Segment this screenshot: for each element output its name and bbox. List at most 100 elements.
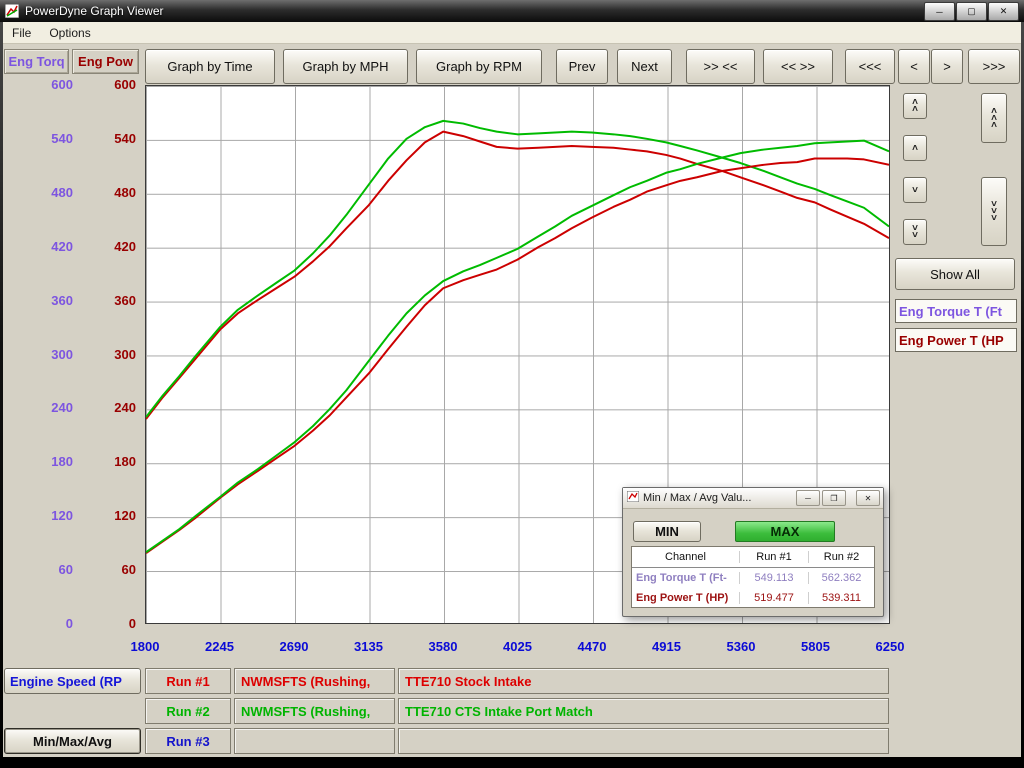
prev-button[interactable]: Prev bbox=[556, 49, 608, 84]
minmax-table: Channel Run #1 Run #2 Eng Torque T (Ft- … bbox=[631, 546, 875, 608]
torque-channel-cell: Eng Torque T (Ft- bbox=[632, 572, 740, 584]
zoom-out-button[interactable]: << >> bbox=[763, 49, 833, 84]
rpm-axis-tick: 4025 bbox=[488, 639, 548, 654]
torque-axis-tick: 420 bbox=[33, 239, 73, 255]
x-channel-button[interactable]: Engine Speed (RP bbox=[4, 668, 141, 694]
minmax-avg-button[interactable]: Min/Max/Avg bbox=[4, 728, 141, 754]
torque-axis-tick: 120 bbox=[33, 508, 73, 524]
graph-by-rpm-button[interactable]: Graph by RPM bbox=[416, 49, 542, 84]
power-axis: 600540480420360300240180120600 bbox=[96, 85, 136, 624]
chevron-down-multi-icon: ˅˅˅ bbox=[991, 201, 997, 222]
power-axis-tick: 600 bbox=[96, 77, 136, 93]
chevron-up-double-icon: ˄˄ bbox=[912, 99, 918, 113]
chevron-up-icon: ˄ bbox=[912, 143, 918, 154]
scroll-fast-right-button[interactable]: >>> bbox=[968, 49, 1020, 84]
tab-eng-torque[interactable]: Eng Torq bbox=[4, 49, 69, 74]
window-title: PowerDyne Graph Viewer bbox=[25, 4, 164, 18]
minmax-restore-button[interactable]: ❐ bbox=[822, 490, 846, 506]
torque-axis: 600540480420360300240180120600 bbox=[33, 85, 73, 624]
app-window: PowerDyne Graph Viewer ─ ▢ ✕ File Option… bbox=[0, 0, 1024, 768]
run2-label: Run #2 bbox=[145, 698, 231, 724]
graph-by-mph-button[interactable]: Graph by MPH bbox=[283, 49, 408, 84]
axis-scroll-up-fast-button[interactable]: ˄˄ bbox=[903, 93, 927, 119]
rpm-axis-tick: 1800 bbox=[115, 639, 175, 654]
title-bar[interactable]: PowerDyne Graph Viewer ─ ▢ ✕ bbox=[0, 0, 1024, 22]
minimize-button[interactable]: ─ bbox=[924, 2, 955, 21]
menu-bar: File Options bbox=[3, 22, 1021, 44]
curve-torque-run2 bbox=[146, 121, 889, 417]
table-row-power: Eng Power T (HP) 519.477 539.311 bbox=[632, 588, 874, 608]
power-axis-tick: 120 bbox=[96, 508, 136, 524]
axis-scroll-down-button[interactable]: ˅ bbox=[903, 177, 927, 203]
table-row-torque: Eng Torque T (Ft- 549.113 562.362 bbox=[632, 568, 874, 588]
torque-run2-max-value: 562.362 bbox=[809, 572, 874, 584]
show-all-button[interactable]: Show All bbox=[895, 258, 1015, 290]
run2-description-field: TTE710 CTS Intake Port Match bbox=[398, 698, 889, 724]
power-axis-tick: 180 bbox=[96, 454, 136, 470]
axis-scroll-down-fast-button[interactable]: ˅˅ bbox=[903, 219, 927, 245]
minmax-minimize-button[interactable]: ─ bbox=[796, 490, 820, 506]
minmax-title-bar[interactable]: Min / Max / Avg Valu... ─ ❐ ✕ bbox=[623, 488, 883, 509]
rpm-axis-tick: 2690 bbox=[264, 639, 324, 654]
power-axis-tick: 480 bbox=[96, 185, 136, 201]
zoom-in-button[interactable]: >> << bbox=[686, 49, 755, 84]
maximize-button[interactable]: ▢ bbox=[956, 2, 987, 21]
rpm-axis-tick: 2245 bbox=[190, 639, 250, 654]
torque-axis-tick: 360 bbox=[33, 293, 73, 309]
channel-label-torque[interactable]: Eng Torque T (Ft bbox=[895, 299, 1017, 323]
run1-label: Run #1 bbox=[145, 668, 231, 694]
power-axis-tick: 60 bbox=[96, 562, 136, 578]
power-run2-max-value: 539.311 bbox=[809, 592, 874, 604]
next-button[interactable]: Next bbox=[617, 49, 672, 84]
column-header-run1[interactable]: Run #1 bbox=[740, 551, 809, 563]
run1-file-field: NWMSFTS (Rushing, bbox=[234, 668, 395, 694]
torque-axis-tick: 540 bbox=[33, 131, 73, 147]
curve-torque-run1 bbox=[146, 132, 889, 419]
scroll-fast-left-button[interactable]: <<< bbox=[845, 49, 895, 84]
torque-axis-tick: 240 bbox=[33, 400, 73, 416]
power-axis-tick: 240 bbox=[96, 400, 136, 416]
run3-file-field bbox=[234, 728, 395, 754]
scroll-left-button[interactable]: < bbox=[898, 49, 930, 84]
torque-axis-tick: 180 bbox=[33, 454, 73, 470]
minmax-window-title: Min / Max / Avg Valu... bbox=[643, 492, 751, 504]
axis-zoom-down-button[interactable]: ˅˅˅ bbox=[981, 177, 1007, 246]
torque-axis-tick: 0 bbox=[33, 616, 73, 632]
max-toggle-button[interactable]: MAX bbox=[735, 521, 835, 542]
rpm-axis-tick: 4470 bbox=[562, 639, 622, 654]
minmax-window-controls: ─ ❐ ✕ bbox=[794, 490, 880, 506]
run1-description-field: TTE710 Stock Intake bbox=[398, 668, 889, 694]
minmax-window-icon bbox=[627, 491, 639, 505]
torque-axis-tick: 480 bbox=[33, 185, 73, 201]
channel-label-power[interactable]: Eng Power T (HP bbox=[895, 328, 1017, 352]
power-axis-tick: 300 bbox=[96, 347, 136, 363]
menu-file[interactable]: File bbox=[3, 23, 40, 43]
minmax-window: Min / Max / Avg Valu... ─ ❐ ✕ MIN MAX Ch… bbox=[622, 487, 884, 617]
axis-zoom-up-button[interactable]: ˄˄˄ bbox=[981, 93, 1007, 143]
rpm-axis-tick: 5360 bbox=[711, 639, 771, 654]
axis-scroll-up-button[interactable]: ˄ bbox=[903, 135, 927, 161]
rpm-axis-tick: 3580 bbox=[413, 639, 473, 654]
torque-axis-tick: 60 bbox=[33, 562, 73, 578]
rpm-axis-tick: 3135 bbox=[339, 639, 399, 654]
run3-label: Run #3 bbox=[145, 728, 231, 754]
close-button[interactable]: ✕ bbox=[988, 2, 1019, 21]
column-header-channel[interactable]: Channel bbox=[632, 551, 740, 563]
tab-eng-power[interactable]: Eng Pow bbox=[72, 49, 139, 74]
menu-options[interactable]: Options bbox=[40, 23, 99, 43]
power-channel-cell: Eng Power T (HP) bbox=[632, 592, 740, 604]
torque-axis-tick: 300 bbox=[33, 347, 73, 363]
scroll-right-button[interactable]: > bbox=[931, 49, 963, 84]
minmax-table-header: Channel Run #1 Run #2 bbox=[632, 547, 874, 568]
app-icon bbox=[5, 4, 19, 18]
rpm-axis-tick: 6250 bbox=[860, 639, 920, 654]
run3-description-field bbox=[398, 728, 889, 754]
min-toggle-button[interactable]: MIN bbox=[633, 521, 701, 542]
power-axis-tick: 420 bbox=[96, 239, 136, 255]
graph-by-time-button[interactable]: Graph by Time bbox=[145, 49, 275, 84]
torque-run1-max-value: 549.113 bbox=[740, 572, 809, 584]
chevron-down-icon: ˅ bbox=[912, 185, 918, 196]
minmax-close-button[interactable]: ✕ bbox=[856, 490, 880, 506]
column-header-run2[interactable]: Run #2 bbox=[809, 551, 874, 563]
rpm-axis-tick: 5805 bbox=[786, 639, 846, 654]
